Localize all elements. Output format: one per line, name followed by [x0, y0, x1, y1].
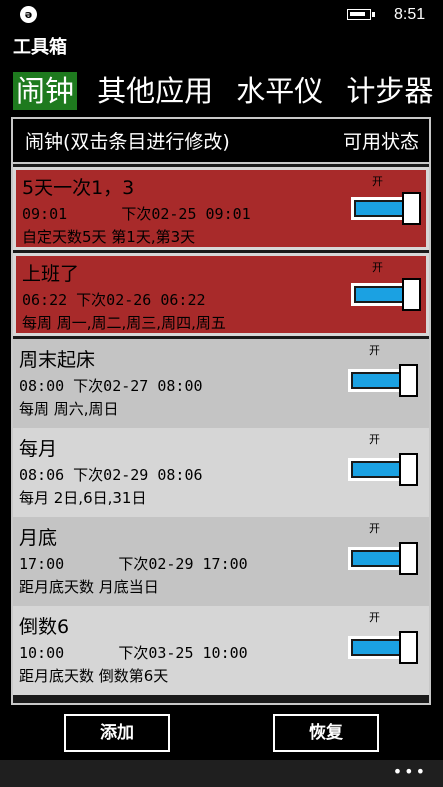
- alarm-list: 5天一次1，3 09:01 下次02-25 09:01 自定天数5天 第1天,第…: [13, 164, 429, 695]
- app-bar: •••: [0, 760, 443, 787]
- alarm-repeat: 每周 周一,周二,周三,周四,周五: [22, 314, 226, 332]
- alarm-item[interactable]: 上班了 06:22 下次02-26 06:22 每周 周一,周二,周三,周四,周…: [13, 253, 429, 336]
- panel-header: 闹钟(双击条目进行修改) 可用状态: [13, 119, 429, 164]
- panel-title: 闹钟(双击条目进行修改): [25, 131, 230, 153]
- alarm-toggle[interactable]: [348, 542, 420, 575]
- alarm-name: 月底: [19, 527, 58, 549]
- tab-other-apps[interactable]: 其他应用: [94, 72, 216, 110]
- alarm-repeat: 距月底天数 月底当日: [19, 578, 159, 596]
- alarm-name: 倒数6: [19, 616, 70, 638]
- alarm-repeat: 自定天数5天 第1天,第3天: [22, 228, 196, 246]
- status-clock: 8:51: [394, 6, 426, 23]
- tab-pedometer[interactable]: 计步器: [343, 72, 436, 110]
- alarm-repeat: 距月底天数 倒数第6天: [19, 667, 169, 685]
- alarm-times: 09:01 下次02-25 09:01: [22, 205, 251, 223]
- alarm-toggle[interactable]: [348, 631, 420, 664]
- alarm-item[interactable]: 每月 08:06 下次02-29 08:06 每月 2日,6日,31日 开: [13, 428, 429, 517]
- alarm-repeat: 每月 2日,6日,31日: [19, 489, 147, 507]
- add-button[interactable]: 添加: [64, 714, 170, 752]
- alarm-times: 08:06 下次02-29 08:06: [19, 466, 203, 484]
- alarm-times: 10:00 下次03-25 10:00: [19, 644, 248, 662]
- app-notification-icon: ə: [20, 6, 37, 23]
- alarm-toggle[interactable]: [348, 364, 420, 397]
- pivot-tabs: 闹钟 其他应用 水平仪 计步器: [13, 72, 443, 114]
- toggle-on-label: 开: [369, 433, 380, 446]
- restore-button[interactable]: 恢复: [273, 714, 379, 752]
- alarm-repeat: 每周 周六,周日: [19, 400, 119, 418]
- toggle-on-label: 开: [369, 611, 380, 624]
- alarm-panel: 闹钟(双击条目进行修改) 可用状态 5天一次1，3 09:01 下次02-25 …: [11, 117, 431, 705]
- toggle-on-label: 开: [369, 522, 380, 535]
- status-bar: ə 8:51: [0, 0, 443, 30]
- tab-alarm[interactable]: 闹钟: [13, 72, 78, 110]
- alarm-item[interactable]: 倒数6 10:00 下次03-25 10:00 距月底天数 倒数第6天 开: [13, 606, 429, 695]
- app-title: 工具箱: [13, 37, 67, 58]
- alarm-times: 08:00 下次02-27 08:00: [19, 377, 203, 395]
- toggle-on-label: 开: [372, 261, 383, 274]
- alarm-item[interactable]: 月底 17:00 下次02-29 17:00 距月底天数 月底当日 开: [13, 517, 429, 606]
- alarm-toggle[interactable]: [348, 453, 420, 486]
- alarm-name: 每月: [19, 438, 58, 460]
- button-bar: 添加 恢复: [11, 705, 431, 760]
- battery-icon: [347, 9, 375, 20]
- tab-level[interactable]: 水平仪: [233, 72, 326, 110]
- alarm-times: 17:00 下次02-29 17:00: [19, 555, 248, 573]
- alarm-name: 周末起床: [19, 349, 96, 371]
- alarm-toggle[interactable]: [351, 192, 423, 225]
- more-options-icon[interactable]: •••: [393, 762, 427, 781]
- alarm-name: 上班了: [22, 263, 80, 285]
- status-column-header: 可用状态: [342, 131, 419, 153]
- alarm-toggle[interactable]: [351, 278, 423, 311]
- alarm-item[interactable]: 周末起床 08:00 下次02-27 08:00 每周 周六,周日 开: [13, 339, 429, 428]
- alarm-times: 06:22 下次02-26 06:22: [22, 291, 206, 309]
- toggle-on-label: 开: [369, 344, 380, 357]
- alarm-name: 5天一次1，3: [22, 177, 135, 199]
- alarm-item[interactable]: 5天一次1，3 09:01 下次02-25 09:01 自定天数5天 第1天,第…: [13, 167, 429, 250]
- toggle-on-label: 开: [372, 175, 383, 188]
